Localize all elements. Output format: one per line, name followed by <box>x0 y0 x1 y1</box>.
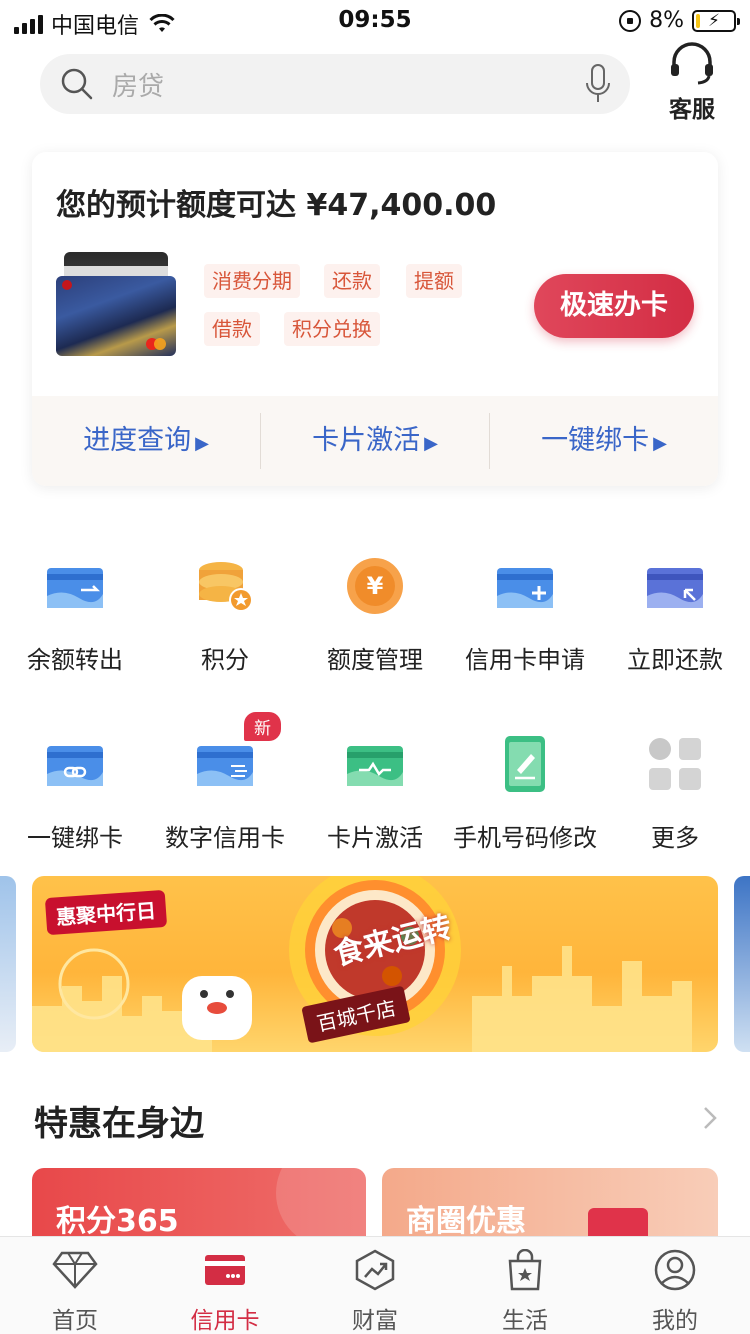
grid-label: 额度管理 <box>327 646 423 674</box>
grid-label: 卡片激活 <box>327 824 423 852</box>
play-arrow-icon: ▶ <box>424 433 438 454</box>
grid-item-card-activate[interactable]: 卡片激活 <box>300 734 450 853</box>
tag-installment[interactable]: 消费分期 <box>204 264 300 298</box>
card-repay-icon <box>647 568 703 608</box>
bind-card-link[interactable]: 一键绑卡 ▶ <box>490 396 718 486</box>
search-icon <box>61 68 93 100</box>
grid-label: 余额转出 <box>27 646 123 674</box>
tag-points-exchange[interactable]: 积分兑换 <box>284 312 380 346</box>
promo-card-title: 商圈优惠 <box>406 1204 526 1239</box>
grid-item-repay-now[interactable]: 立即还款 <box>600 556 750 675</box>
tag-loan[interactable]: 借款 <box>204 312 260 346</box>
shopping-bag-icon <box>508 1249 542 1291</box>
tab-home[interactable]: 首页 <box>0 1237 150 1334</box>
microphone-icon[interactable] <box>584 63 612 105</box>
section-title: 特惠在身边 <box>34 1104 204 1144</box>
bind-card-label: 一键绑卡 <box>541 425 650 456</box>
bottom-tab-bar: 首页 信用卡 财富 生活 我的 <box>0 1236 750 1334</box>
grid-label: 立即还款 <box>627 646 723 674</box>
grid-label: 更多 <box>651 824 699 852</box>
phone-edit-icon <box>505 736 545 792</box>
grid-label: 手机号码修改 <box>453 824 597 852</box>
grid-item-points[interactable]: 积分 <box>150 556 300 675</box>
promo-banner[interactable]: 惠聚中行日 食来运转 百城千店 <box>32 876 718 1052</box>
grid-label: 信用卡申请 <box>465 646 585 674</box>
credit-limit-title: 您的预计额度可达 ¥47,400.00 <box>56 188 497 223</box>
grid-label: 数字信用卡 <box>165 824 285 852</box>
banner-next-peek[interactable] <box>734 876 750 1052</box>
search-input[interactable]: 房贷 <box>112 66 584 103</box>
card-link-icon <box>47 746 103 786</box>
status-bar: 中国电信 09:55 8% ⚡ <box>0 0 750 44</box>
diamond-icon <box>52 1251 98 1289</box>
quick-links: 进度查询 ▶ 卡片激活 ▶ 一键绑卡 ▶ <box>32 396 718 486</box>
svg-text:¥: ¥ <box>367 572 384 600</box>
tab-label: 信用卡 <box>190 1308 260 1334</box>
quick-apply-button[interactable]: 极速办卡 <box>534 274 694 338</box>
customer-service-label: 客服 <box>669 97 715 123</box>
chevron-right-icon[interactable] <box>702 1106 718 1130</box>
grid-label: 一键绑卡 <box>27 824 123 852</box>
customer-service-button[interactable]: 客服 <box>660 42 724 124</box>
tab-wealth[interactable]: 财富 <box>300 1237 450 1334</box>
battery-icon: ⚡ <box>692 9 740 32</box>
status-right: 8% ⚡ <box>619 8 740 33</box>
promo-card-title: 积分365 <box>56 1204 179 1239</box>
grid-item-bind-card[interactable]: 一键绑卡 <box>0 734 150 853</box>
tab-label: 首页 <box>52 1308 98 1334</box>
tab-credit-card[interactable]: 信用卡 <box>150 1237 300 1334</box>
headset-icon <box>671 42 713 85</box>
tab-life[interactable]: 生活 <box>450 1237 600 1334</box>
play-arrow-icon: ▶ <box>653 433 667 454</box>
tag-repay[interactable]: 还款 <box>324 264 380 298</box>
tab-label: 生活 <box>502 1308 548 1334</box>
grid-item-card-apply[interactable]: 信用卡申请 <box>450 556 600 675</box>
card-activate-icon <box>347 746 403 786</box>
grid-label: 积分 <box>201 646 249 674</box>
grid-item-phone-change[interactable]: 手机号码修改 <box>450 734 600 853</box>
more-grid-icon <box>649 738 701 790</box>
wealth-chart-icon <box>355 1249 395 1291</box>
play-arrow-icon: ▶ <box>195 433 209 454</box>
banner-prev-peek[interactable] <box>0 876 16 1052</box>
rotation-lock-icon <box>619 9 642 32</box>
card-activate-link[interactable]: 卡片激活 ▶ <box>261 396 489 486</box>
function-grid-row1: 余额转出 积分 ¥ 额度管理 信用卡申请 立即还款 <box>0 556 750 675</box>
grid-item-more[interactable]: 更多 <box>600 734 750 853</box>
progress-query-label: 进度查询 <box>83 425 192 456</box>
credit-card-icon <box>205 1255 245 1285</box>
card-add-icon <box>497 568 553 608</box>
card-activate-label: 卡片激活 <box>312 425 421 456</box>
coins-star-icon <box>199 562 253 612</box>
grid-item-balance-transfer[interactable]: 余额转出 <box>0 556 150 675</box>
credit-limit-panel: 您的预计额度可达 ¥47,400.00 消费分期 还款 提额 借款 积分兑换 极… <box>32 152 718 486</box>
function-grid-row2: 一键绑卡 新 数字信用卡 卡片激活 手机号码修改 更多 <box>0 712 750 853</box>
user-icon <box>654 1249 696 1291</box>
credit-card-image <box>56 252 178 356</box>
card-transfer-icon <box>47 568 103 608</box>
tab-mine[interactable]: 我的 <box>600 1237 750 1334</box>
yen-coin-icon: ¥ <box>347 558 403 614</box>
grid-item-limit-management[interactable]: ¥ 额度管理 <box>300 556 450 675</box>
progress-query-link[interactable]: 进度查询 ▶ <box>32 396 260 486</box>
tab-label: 财富 <box>352 1308 398 1334</box>
tab-label: 我的 <box>652 1308 698 1334</box>
battery-percent: 8% <box>649 8 684 33</box>
tag-raise-limit[interactable]: 提额 <box>406 264 462 298</box>
digital-card-icon <box>197 746 253 786</box>
search-bar[interactable]: 房贷 <box>40 54 630 114</box>
grid-item-digital-card[interactable]: 新 数字信用卡 <box>150 712 300 853</box>
